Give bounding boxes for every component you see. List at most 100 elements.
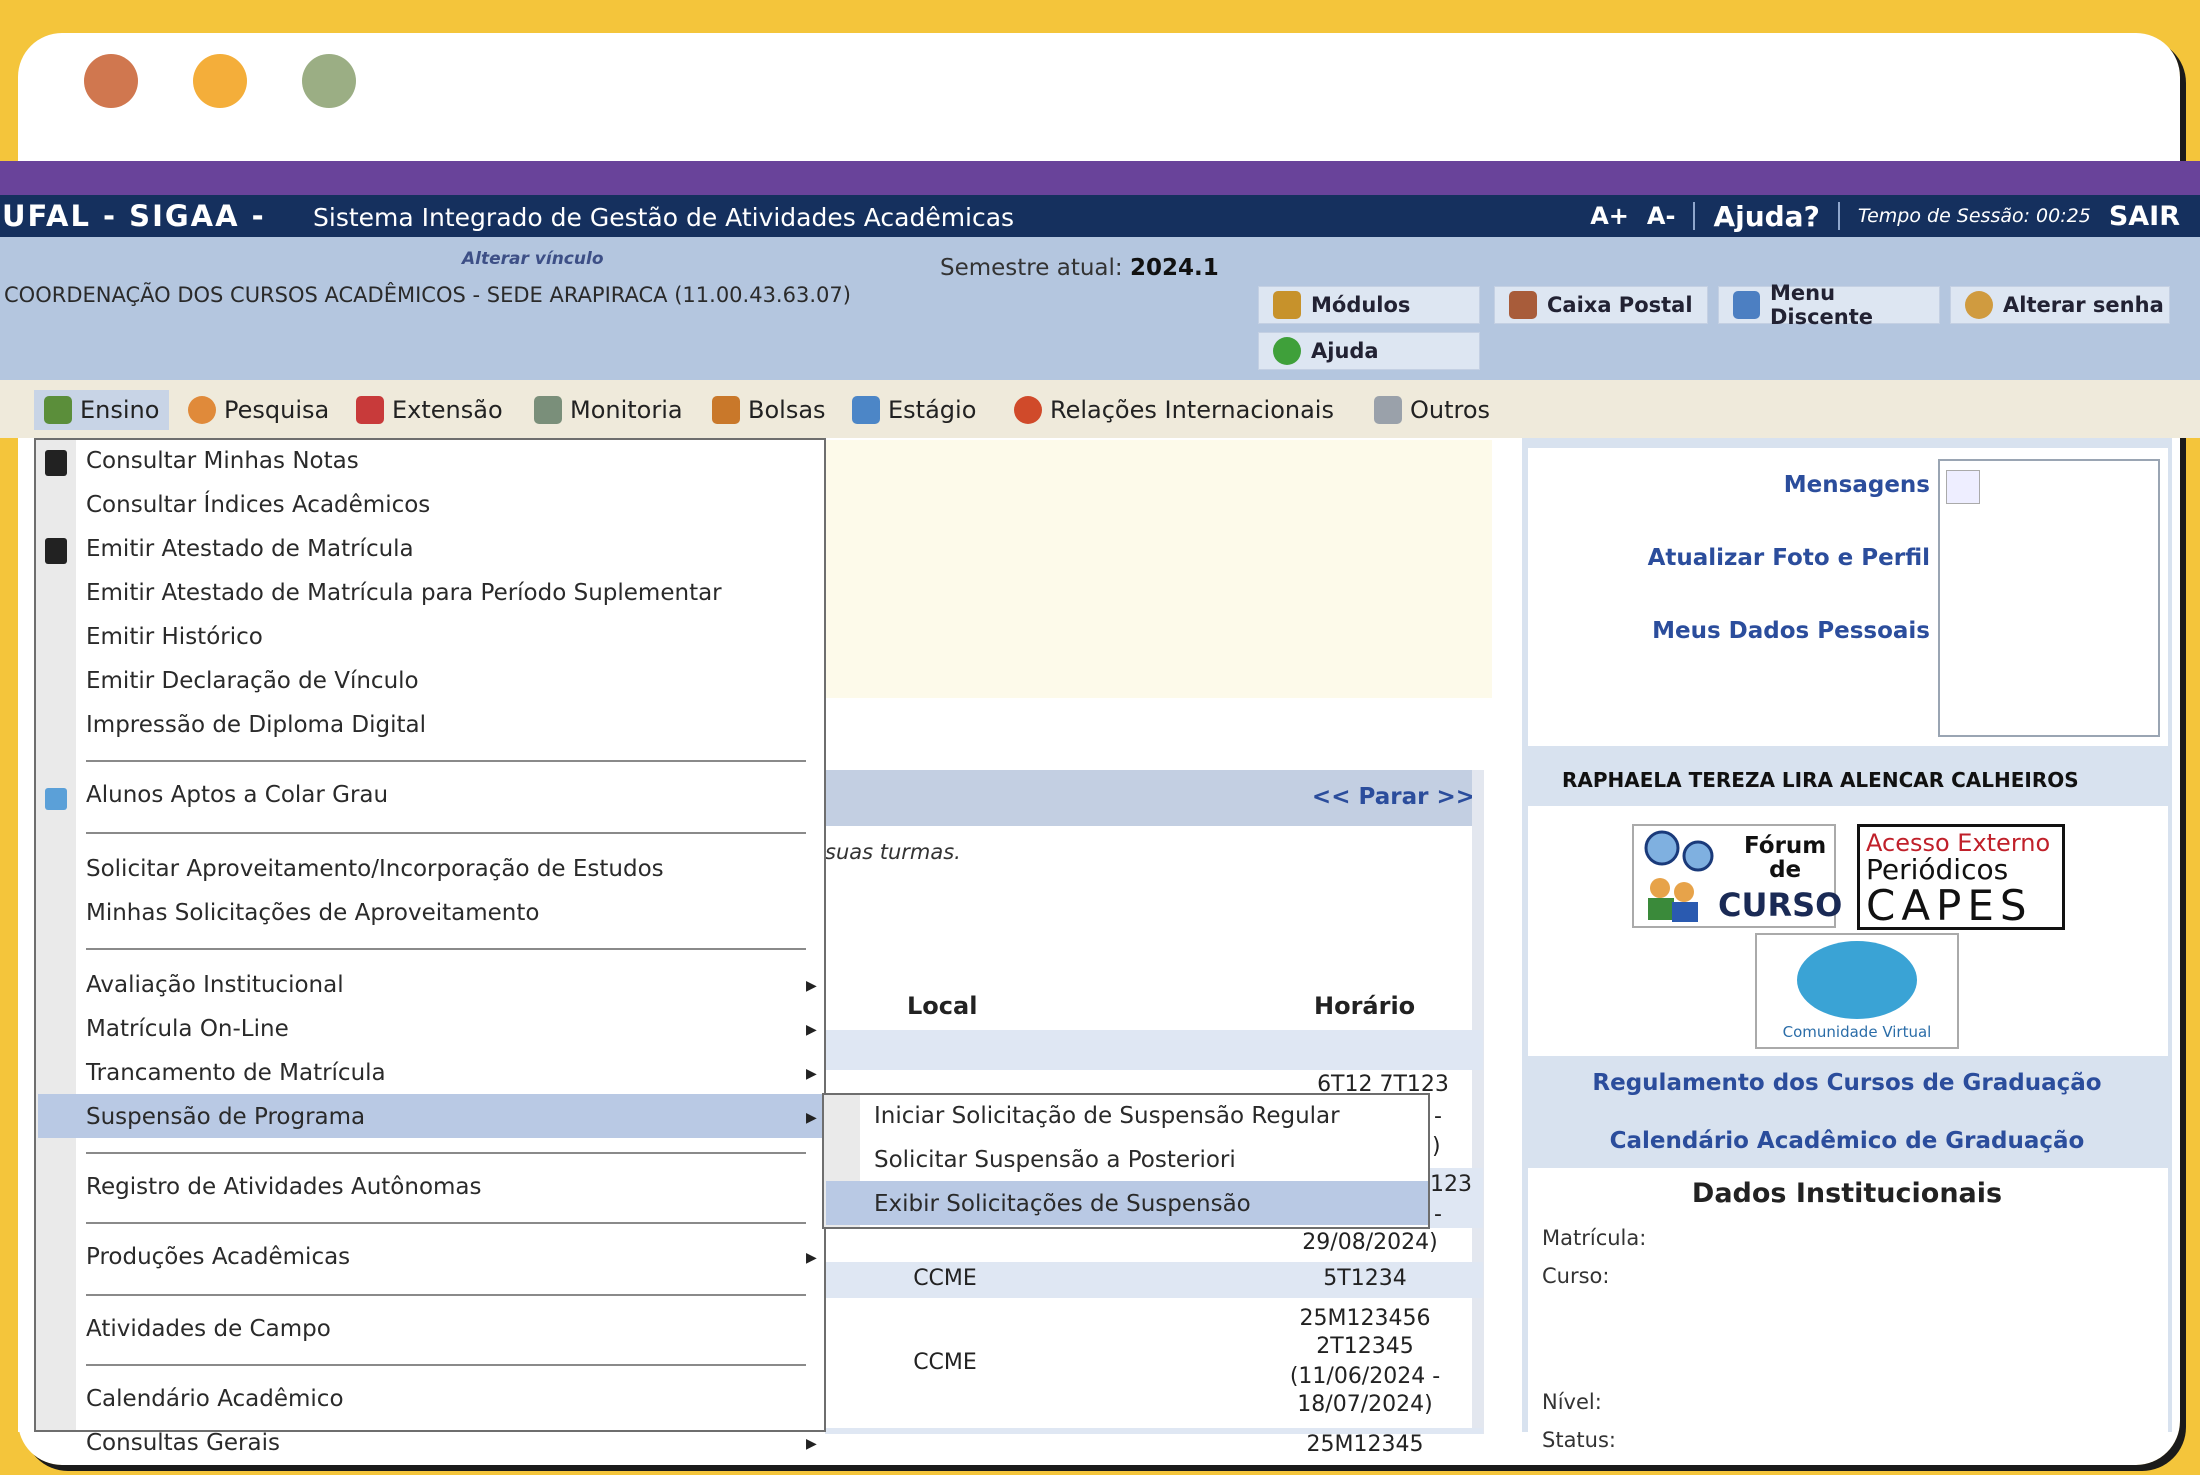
main-menu-bar: Ensino Pesquisa Extensão Monitoria Bolsa…: [0, 380, 2200, 438]
capes-line3: CAPES: [1866, 881, 2033, 930]
menu-item[interactable]: Matrícula On-Line: [86, 1016, 289, 1042]
window-close-dot[interactable]: [84, 54, 138, 108]
schedule-cell: 123: [1430, 1172, 1472, 1197]
menu-label: Outros: [1410, 396, 1491, 424]
menu-label: Pesquisa: [224, 396, 330, 424]
submenu-arrow-icon: ▶: [806, 1066, 817, 1082]
menu-item[interactable]: Consultas Gerais: [86, 1430, 280, 1456]
capes-periodicals-link[interactable]: Acesso Externo Periódicos CAPES: [1857, 824, 2065, 930]
forum-title: Fórum de: [1744, 834, 1826, 882]
pager-link[interactable]: << Parar >>: [1312, 784, 1475, 810]
menu-separator: [86, 1364, 806, 1366]
menu-tree-icon: [1733, 291, 1760, 319]
menu-item[interactable]: Alunos Aptos a Colar Grau: [86, 782, 388, 808]
box-icon: [1273, 291, 1301, 319]
messages-link[interactable]: Mensagens: [1600, 472, 1930, 498]
session-timer: Tempo de Sessão: 00:25: [1857, 205, 2091, 227]
menu-item[interactable]: Emitir Atestado de Matrícula: [86, 536, 414, 562]
menu-estagio[interactable]: Estágio: [852, 390, 976, 430]
calculator-icon: [45, 538, 67, 564]
submenu-arrow-icon: ▶: [806, 1110, 817, 1126]
hint-text: suas turmas.: [825, 840, 961, 864]
schedule-cell: 2T12345: [1316, 1334, 1414, 1359]
help-button[interactable]: Ajuda: [1258, 332, 1480, 370]
modules-button[interactable]: Módulos: [1258, 286, 1480, 324]
menu-item[interactable]: Solicitar Aproveitamento/Incorporação de…: [86, 856, 664, 882]
monitor-icon: [534, 396, 562, 424]
student-menu-button[interactable]: Menu Discente: [1718, 281, 1940, 329]
menu-item[interactable]: Consultar Índices Acadêmicos: [86, 492, 430, 518]
menu-relacoes-internacionais[interactable]: Relações Internacionais: [1014, 390, 1334, 430]
menu-monitoria[interactable]: Monitoria: [534, 390, 683, 430]
help-link[interactable]: Ajuda?: [1713, 200, 1819, 233]
menu-item[interactable]: Emitir Atestado de Matrícula para Períod…: [86, 580, 722, 606]
schedule-cell: (11/06/2024 -: [1289, 1364, 1441, 1389]
course-forum-link[interactable]: Fórum de CURSO: [1632, 824, 1842, 928]
submenu-item[interactable]: Solicitar Suspensão a Posteriori: [874, 1147, 1236, 1173]
menu-item[interactable]: Consultar Minhas Notas: [86, 448, 359, 474]
semester-value: 2024.1: [1129, 255, 1219, 281]
schedule-cell: 25M123456: [1299, 1306, 1431, 1331]
calculator-icon: [45, 450, 67, 476]
window-maximize-dot[interactable]: [302, 54, 356, 108]
menu-ensino[interactable]: Ensino: [34, 390, 170, 430]
change-password-button[interactable]: Alterar senha: [1950, 286, 2170, 324]
update-photo-link[interactable]: Atualizar Foto e Perfil: [1560, 545, 1930, 571]
menu-item[interactable]: Atividades de Campo: [86, 1316, 331, 1342]
window-minimize-dot[interactable]: [193, 54, 247, 108]
menu-separator: [86, 760, 806, 762]
broken-image-icon: [1946, 470, 1980, 504]
menu-item[interactable]: Emitir Declaração de Vínculo: [86, 668, 419, 694]
menu-item[interactable]: Impressão de Diploma Digital: [86, 712, 426, 738]
change-bond-link[interactable]: Alterar vínculo: [462, 249, 604, 269]
menu-separator: [86, 832, 806, 834]
registration-label: Matrícula:: [1542, 1226, 1647, 1250]
menu-pesquisa[interactable]: Pesquisa: [188, 390, 329, 430]
menu-item[interactable]: Produções Acadêmicas: [86, 1244, 350, 1270]
submenu-item[interactable]: Iniciar Solicitação de Suspensão Regular: [874, 1103, 1340, 1129]
menu-item-suspensao[interactable]: Suspensão de Programa: [86, 1104, 365, 1130]
menu-extensao[interactable]: Extensão: [356, 390, 503, 430]
student-menu-label: Menu Discente: [1769, 281, 1874, 329]
system-short-name: UFAL - SIGAA -: [2, 199, 266, 233]
question-icon: [1273, 337, 1301, 365]
personal-data-link[interactable]: Meus Dados Pessoais: [1560, 618, 1930, 644]
menu-label: Estágio: [888, 396, 977, 424]
font-increase-button[interactable]: A+: [1590, 202, 1629, 230]
schedule-cell: -: [1434, 1104, 1442, 1129]
divider: [1837, 202, 1840, 230]
virtual-community-label: Comunidade Virtual: [1782, 1023, 1932, 1041]
mailbox-button[interactable]: Caixa Postal: [1494, 286, 1708, 324]
modules-label: Módulos: [1311, 293, 1411, 317]
system-full-name: Sistema Integrado de Gestão de Atividade…: [313, 203, 1015, 232]
menu-label: Monitoria: [570, 396, 683, 424]
notice-box: [825, 440, 1492, 698]
menu-outros[interactable]: Outros: [1374, 390, 1490, 430]
scroll-gutter: [1472, 770, 1484, 1434]
submenu-arrow-icon: ▶: [806, 978, 817, 994]
virtual-community-link[interactable]: Comunidade Virtual: [1755, 933, 1959, 1049]
menu-item[interactable]: Registro de Atividades Autônomas: [86, 1174, 482, 1200]
menu-item[interactable]: Emitir Histórico: [86, 624, 263, 650]
menu-item[interactable]: Calendário Acadêmico: [86, 1386, 344, 1412]
suspension-submenu: Iniciar Solicitação de Suspensão Regular…: [822, 1093, 1430, 1229]
academic-calendar-link[interactable]: Calendário Acadêmico de Graduação: [1522, 1128, 2172, 1154]
submenu-item-exibir[interactable]: Exibir Solicitações de Suspensão: [874, 1191, 1251, 1217]
user-key-icon: [1965, 291, 1993, 319]
menu-separator: [86, 1222, 806, 1224]
globe-icon: [1014, 396, 1042, 424]
logout-button[interactable]: SAIR: [2109, 201, 2180, 232]
menu-item[interactable]: Minhas Solicitações de Aproveitamento: [86, 900, 539, 926]
level-label: Nível:: [1542, 1390, 1602, 1414]
menu-item[interactable]: Avaliação Institucional: [86, 972, 344, 998]
schedule-cell: ): [1432, 1134, 1441, 1159]
forum-line3: CURSO: [1718, 886, 1843, 924]
menu-icon-gutter: [36, 440, 76, 1430]
forum-people-icon: [1644, 830, 1714, 922]
menu-item[interactable]: Trancamento de Matrícula: [86, 1060, 386, 1086]
menu-bolsas[interactable]: Bolsas: [712, 390, 826, 430]
status-label: Status:: [1542, 1428, 1616, 1452]
font-decrease-button[interactable]: A-: [1647, 202, 1676, 230]
menu-label: Ensino: [80, 396, 160, 424]
regulations-link[interactable]: Regulamento dos Cursos de Graduação: [1522, 1070, 2172, 1096]
